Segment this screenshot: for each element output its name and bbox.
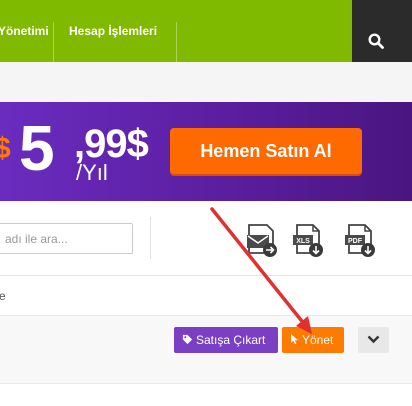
xls-label: XLS bbox=[296, 238, 310, 245]
price-integer: 5 bbox=[19, 112, 55, 184]
manage-label: Yönet bbox=[302, 333, 334, 347]
put-on-sale-button[interactable]: Satışa Çıkart bbox=[174, 327, 278, 353]
promo-banner: $ 5 ,99$ /Yıl Hemen Satın Al bbox=[0, 102, 412, 201]
xls-download-icon[interactable]: XLS bbox=[291, 223, 325, 259]
cursor-icon bbox=[291, 334, 298, 345]
list-header-row: e bbox=[0, 276, 412, 316]
more-options-button[interactable] bbox=[358, 327, 389, 353]
search-icon bbox=[368, 33, 384, 49]
nav-item-management-label: Yönetimi bbox=[0, 24, 49, 38]
buy-now-button[interactable]: Hemen Satın Al bbox=[170, 128, 362, 174]
nav-divider bbox=[176, 22, 177, 62]
toolbar-divider bbox=[150, 217, 151, 259]
search-input[interactable] bbox=[0, 223, 133, 254]
mail-export-icon[interactable] bbox=[245, 223, 279, 259]
list-item bbox=[0, 384, 412, 406]
price-decimal: ,99$ bbox=[74, 122, 149, 166]
nav-item-management[interactable]: Yönetimi bbox=[0, 0, 50, 62]
list-item: Satışa Çıkart Yönet bbox=[0, 316, 412, 384]
price-period: /Yıl bbox=[76, 160, 108, 185]
nav-item-account[interactable]: Hesap İşlemleri bbox=[69, 0, 157, 62]
pdf-label: PDF bbox=[348, 238, 363, 245]
currency-symbol: $ bbox=[0, 132, 11, 165]
spacer-strip bbox=[0, 62, 412, 102]
pdf-download-icon[interactable]: PDF bbox=[343, 223, 377, 259]
chevron-down-icon bbox=[367, 335, 380, 344]
nav-divider bbox=[53, 22, 54, 62]
search-button[interactable] bbox=[352, 0, 412, 62]
top-navigation: Yönetimi Hesap İşlemleri bbox=[0, 0, 412, 62]
tag-icon bbox=[182, 334, 193, 345]
manage-button[interactable]: Yönet bbox=[282, 327, 344, 353]
list-toolbar: XLS PDF bbox=[0, 201, 412, 276]
put-on-sale-label: Satışa Çıkart bbox=[196, 333, 266, 347]
column-label: e bbox=[0, 289, 6, 303]
